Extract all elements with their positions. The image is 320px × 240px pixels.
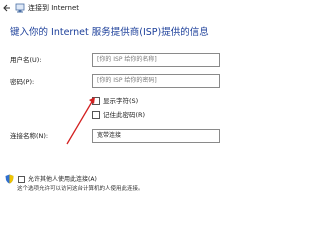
show-characters-checkbox[interactable] bbox=[92, 97, 100, 105]
allow-others-checkbox[interactable] bbox=[18, 176, 25, 183]
username-label: 用户名(U): bbox=[10, 56, 42, 64]
password-label: 密码(P): bbox=[10, 78, 35, 86]
show-characters-label: 显示字符(S) bbox=[103, 97, 139, 105]
window-title: 连接到 Internet bbox=[28, 4, 80, 12]
connection-name-label: 连接名称(N): bbox=[10, 132, 49, 140]
allow-others-description: 这个选项允许可以访问这台计算机的人使用此连接。 bbox=[17, 186, 144, 192]
back-arrow-icon[interactable] bbox=[3, 4, 11, 12]
page-heading: 键入你的 Internet 服务提供商(ISP)提供的信息 bbox=[10, 27, 209, 38]
show-characters-option[interactable]: 显示字符(S) bbox=[92, 96, 138, 106]
title-bar: 连接到 Internet bbox=[0, 0, 300, 20]
username-input[interactable]: [你的 ISP 给你的名称] bbox=[92, 53, 220, 67]
shield-icon bbox=[5, 174, 14, 184]
connection-name-input[interactable]: 宽带连接 bbox=[92, 129, 220, 143]
remember-password-option[interactable]: 记住此密码(R) bbox=[92, 110, 145, 120]
network-icon bbox=[15, 3, 25, 13]
allow-others-label: 允许其他人使用此连接(A) bbox=[28, 175, 97, 183]
remember-password-checkbox[interactable] bbox=[92, 111, 100, 119]
allow-others-option[interactable]: 允许其他人使用此连接(A) bbox=[18, 175, 97, 184]
remember-password-label: 记住此密码(R) bbox=[103, 111, 146, 119]
password-input[interactable]: [你的 ISP 给你的密码] bbox=[92, 74, 220, 88]
